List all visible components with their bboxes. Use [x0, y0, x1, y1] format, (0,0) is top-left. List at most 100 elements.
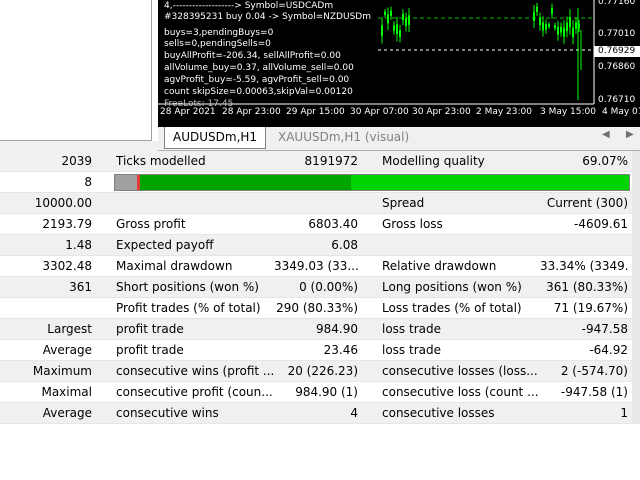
cell: consecutive profit (coun...	[116, 385, 273, 399]
cell: 361	[69, 280, 92, 294]
cell: consecutive wins (profit ...	[116, 364, 274, 378]
candle-body	[539, 17, 541, 26]
navigator-panel	[0, 0, 152, 141]
overlay-line: allVolume_buy=0.37, allVolume_sell=0.00	[164, 63, 354, 73]
cell: Maximum	[32, 364, 92, 378]
cell: 1.48	[65, 238, 92, 252]
cell: Maximal drawdown	[116, 259, 233, 273]
cell: loss trade	[382, 322, 441, 336]
cell: 2193.79	[42, 217, 92, 231]
candle-body	[402, 13, 404, 21]
date-label: 3 May 15:00	[540, 107, 596, 117]
cell: consecutive losses (loss...	[382, 364, 538, 378]
overlay-line: sells=0,pendingSells=0	[164, 39, 271, 49]
candle-body	[533, 11, 535, 22]
candle-body	[405, 18, 407, 26]
bar-segment-dark-green	[140, 175, 351, 190]
modelling-quality-bar	[114, 174, 630, 191]
price-label: 0.77160	[598, 0, 636, 7]
tab-audusdm[interactable]: AUDUSDm,H1	[164, 127, 267, 149]
tab-xauusdm-visual[interactable]: XAUUSDm,H1 (visual)	[270, 127, 417, 149]
cell: consecutive loss (count ...	[382, 385, 539, 399]
cell: 2039	[61, 154, 92, 168]
cell: 361 (80.33%)	[546, 280, 628, 294]
table-row: Maximal consecutive profit (coun... 984.…	[0, 382, 640, 403]
table-row: Average consecutive wins 4 consecutive l…	[0, 403, 640, 424]
cell: 20 (226.23)	[287, 364, 358, 378]
cell	[116, 193, 274, 214]
candle-body	[399, 30, 401, 38]
cell: profit trade	[116, 343, 184, 357]
candle-body	[542, 22, 544, 31]
scroll-right-icon[interactable]: ▶	[626, 129, 634, 140]
cell	[540, 235, 628, 256]
cell: profit trade	[116, 322, 184, 336]
cell: Long positions (won %)	[382, 280, 522, 294]
date-label: 30 Apr 07:00	[350, 107, 409, 117]
date-label: 30 Apr 23:00	[412, 107, 471, 117]
cell: 2 (-574.70)	[560, 364, 628, 378]
cell	[382, 235, 540, 256]
cell: 8191972	[304, 154, 358, 168]
candle-body	[551, 7, 553, 14]
candle-body	[569, 16, 571, 28]
cell: 4	[350, 406, 358, 420]
date-label: 4 May 07:00	[602, 107, 640, 117]
cell: 1	[620, 406, 628, 420]
cell: 984.90	[316, 322, 358, 336]
date-label: 2 May 23:00	[476, 107, 532, 117]
candle-body	[390, 10, 392, 16]
cell: 23.46	[323, 343, 358, 357]
cell: -4609.61	[574, 217, 628, 231]
cell: 290 (80.33%)	[276, 301, 358, 315]
cell: Average	[42, 343, 92, 357]
cell: 69.07%	[582, 154, 628, 168]
cell	[0, 298, 92, 319]
cell: 6.08	[331, 238, 358, 252]
cell: Spread	[382, 196, 425, 210]
vertical-scrollbar[interactable]	[632, 151, 640, 423]
price-chart[interactable]: 4,-------------------> Symbol=USDCADm #3…	[158, 0, 640, 127]
cell: 3349.03 (33....	[274, 259, 358, 273]
cell: 33.34% (3349....	[540, 259, 628, 273]
backtest-results-table: 2039 Ticks modelled 8191972 Modelling qu…	[0, 151, 640, 424]
table-row: Maximum consecutive wins (profit ... 20 …	[0, 361, 640, 382]
overlay-line: count skipSize=0.00063,skipVal=0.00120	[164, 87, 353, 97]
table-row: Largest profit trade 984.90 loss trade -…	[0, 319, 640, 340]
price-label: 0.76860	[598, 62, 636, 72]
cell: Average	[42, 406, 92, 420]
cell: Gross loss	[382, 217, 443, 231]
table-row: 2193.79 Gross profit 6803.40 Gross loss …	[0, 214, 640, 235]
price-label: 0.76710	[598, 95, 636, 105]
cell: Current (300)	[546, 196, 628, 210]
cell: 3302.48	[42, 259, 92, 273]
candle-body	[393, 25, 395, 31]
cell: Profit trades (% of total)	[116, 301, 261, 315]
cell: 71 (19.67%)	[553, 301, 628, 315]
candle-body	[575, 22, 577, 29]
candle-body	[381, 25, 383, 36]
table-row: 1.48 Expected payoff 6.08	[0, 235, 640, 256]
candle-body	[548, 24, 550, 27]
cell: 8	[84, 175, 92, 189]
scroll-left-icon[interactable]: ◀	[602, 129, 610, 140]
candle-body	[566, 22, 568, 32]
candle-body	[536, 6, 538, 12]
bar-segment-light-green	[351, 175, 629, 190]
overlay-line: #328395231 buy 0.04 -> Symbol=NZDUSDm	[164, 12, 371, 22]
table-row: 3302.48 Maximal drawdown 3349.03 (33....…	[0, 256, 640, 277]
cell: Largest	[47, 322, 92, 336]
cell: consecutive wins	[116, 406, 219, 420]
cell: Loss trades (% of total)	[382, 301, 522, 315]
cell: Modelling quality	[382, 154, 485, 168]
table-row: Average profit trade 23.46 loss trade -6…	[0, 340, 640, 361]
candle-body	[387, 14, 389, 24]
cell: -947.58	[581, 322, 628, 336]
table-row: 361 Short positions (won %) 0 (0.00%) Lo…	[0, 277, 640, 298]
candle-body	[408, 15, 410, 25]
candle-body	[560, 26, 562, 33]
chart-tab-strip: AUDUSDm,H1 XAUUSDm,H1 (visual) ◀ ▶	[158, 127, 640, 151]
current-price-label: 0.76929	[594, 46, 640, 57]
candle-body	[545, 23, 547, 30]
candle-body	[563, 27, 565, 37]
